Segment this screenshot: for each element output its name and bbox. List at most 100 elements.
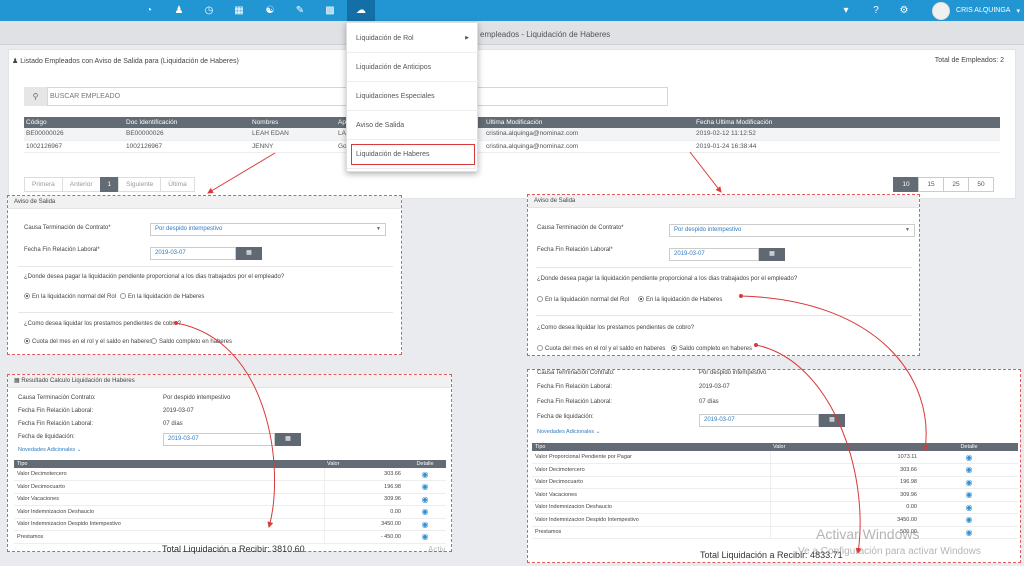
radio-q1-haberes[interactable]: En la liquidación de Haberes: [638, 296, 722, 303]
eye-icon[interactable]: ◉: [920, 488, 1018, 502]
valor-cell: - 450.00: [323, 530, 404, 544]
calendar-icon[interactable]: ▦: [236, 247, 262, 260]
table-row: Valor Vacaciones 309.96 ◉: [14, 493, 446, 506]
clock-icon[interactable]: ◷: [201, 3, 217, 18]
eye-icon[interactable]: ◉: [404, 480, 446, 494]
radio-q1-rol[interactable]: En la liquidación normal del Rol: [537, 296, 629, 303]
total-employees: Total de Empleados: 2: [934, 57, 1004, 64]
dashboard-icon[interactable]: ◔: [141, 3, 157, 18]
calendar-icon[interactable]: ▦: [275, 433, 301, 446]
tipo-cell: Valor Decimotercero: [532, 463, 770, 477]
valor-cell: 1073.11: [769, 451, 920, 464]
radio-dot: [671, 345, 677, 351]
tipo-cell: Valor Vacaciones: [532, 488, 770, 502]
table-cell: 2019-02-12 11:12:52: [694, 128, 1000, 141]
novedades-link[interactable]: Novedades Adicionales ⌄: [537, 429, 600, 435]
pager-button[interactable]: Anterior: [61, 177, 101, 192]
novedades-link[interactable]: Novedades Adicionales ⌄: [18, 447, 81, 453]
column-header[interactable]: Código: [24, 117, 124, 128]
tipo-cell: Prestamos: [532, 526, 770, 539]
dropdown-item[interactable]: Aviso de Salida: [347, 111, 479, 140]
column-header: Valor: [324, 460, 404, 468]
aviso-title: Aviso de Salida: [8, 196, 401, 209]
eye-icon[interactable]: ◉: [920, 513, 1018, 527]
page-size-button[interactable]: 25: [943, 177, 969, 192]
column-header: Tipo: [14, 460, 324, 468]
search-icon[interactable]: ⚲: [24, 87, 48, 106]
table-row: Prestamos - 450.00 ◉: [14, 530, 446, 544]
fecha-input[interactable]: 2019-03-07: [150, 247, 236, 260]
fecha-value: 2019-03-07: [163, 408, 194, 414]
handshake-icon[interactable]: ☯: [262, 3, 278, 18]
liq-label: Fecha de liquidación:: [537, 414, 594, 420]
liq-date-input[interactable]: 2019-03-07: [163, 433, 275, 446]
valor-cell: 3450.00: [769, 513, 920, 527]
cloud-upload-icon[interactable]: ☁: [347, 0, 375, 21]
bell-dropdown-icon[interactable]: ▾: [838, 3, 854, 18]
pager-button[interactable]: Última: [160, 177, 195, 192]
eye-icon[interactable]: ◉: [404, 530, 446, 544]
fecha-value: 2019-03-07: [699, 384, 730, 390]
radio-q2-saldo[interactable]: Saldo completo en haberes: [151, 338, 232, 345]
tipo-cell: Prestamos: [14, 530, 324, 544]
radio-dot: [24, 293, 30, 299]
dropdown-item[interactable]: Liquidación de Haberes: [347, 140, 479, 169]
eye-icon[interactable]: ◉: [920, 501, 1018, 514]
causa-select[interactable]: Por despido intempestivo ▼: [669, 224, 915, 237]
eye-icon[interactable]: ◉: [404, 493, 446, 506]
eye-icon[interactable]: ◉: [404, 505, 446, 519]
user-menu[interactable]: CRIS ALQUINGA ▾: [932, 0, 1020, 21]
users-icon[interactable]: ♟: [171, 3, 187, 18]
fecha-input[interactable]: 2019-03-07: [669, 248, 759, 261]
radio-q2-cuota[interactable]: Cuota del mes en el rol y el saldo en ha…: [24, 338, 152, 345]
employee-table: CódigoDoc IdentificaciónNombresApeAviso …: [24, 117, 1000, 153]
column-header[interactable]: Doc Identificación: [124, 117, 250, 128]
eye-icon[interactable]: ◉: [920, 526, 1018, 539]
radio-q1-rol[interactable]: En la liquidación normal del Rol: [24, 293, 116, 300]
calendar-icon[interactable]: ▦: [819, 414, 845, 427]
dropdown-item[interactable]: Liquidaciones Especiales: [347, 82, 479, 111]
calendar-icon[interactable]: ▦: [759, 248, 785, 261]
table-row: Valor Decimocuarto 196.98 ◉: [14, 480, 446, 494]
eye-icon[interactable]: ◉: [404, 518, 446, 531]
edit-icon[interactable]: ✎: [292, 3, 308, 18]
liq-date-input[interactable]: 2019-03-07: [699, 414, 819, 427]
page-size-button[interactable]: 10: [893, 177, 919, 192]
radio-q2-cuota[interactable]: Cuota del mes en el rol y el saldo en ha…: [537, 345, 665, 352]
table-row[interactable]: 10021269671002126967JENNYGon2019-03-07cr…: [24, 140, 1000, 153]
radio-dot: [638, 296, 644, 302]
gear-icon[interactable]: ⚙: [896, 3, 912, 18]
causa-select[interactable]: Por despido intempestivo ▼: [150, 223, 386, 236]
help-icon[interactable]: ?: [868, 3, 884, 18]
dropdown-item[interactable]: Liquidación de Anticipos: [347, 53, 479, 82]
column-header[interactable]: Fecha Ultima Modificación: [694, 117, 1000, 128]
table-row: Prestamos - 500.00 ◉: [532, 526, 1018, 539]
dias-label: Fecha Fin Relación Laboral:: [537, 399, 613, 405]
left-result-panel: ▦ Resultado Calculo Liquidación de Haber…: [7, 374, 452, 554]
eye-icon[interactable]: ◉: [404, 468, 446, 481]
column-header[interactable]: Ultima Modificación: [484, 117, 694, 128]
eye-icon[interactable]: ◉: [920, 463, 1018, 477]
tipo-cell: Valor Indemnizacion Deshaucio: [14, 505, 324, 519]
pager-button[interactable]: Primera: [24, 177, 63, 192]
valor-cell: 196.98: [769, 476, 920, 489]
fecha-label: Fecha Fin Relación Laboral*: [537, 247, 613, 253]
eye-icon[interactable]: ◉: [920, 476, 1018, 489]
page-size-button[interactable]: 15: [918, 177, 944, 192]
bar-chart-icon[interactable]: ▩: [322, 3, 338, 18]
radio-q1-haberes[interactable]: En la liquidación de Haberes: [120, 293, 204, 300]
page-title: empleados - Liquidación de Haberes: [480, 30, 611, 39]
question-2: ¿Como desea liquidar los prestamos pendi…: [24, 321, 182, 327]
dropdown-item[interactable]: Liquidación de Rol ▶: [347, 24, 479, 53]
column-header[interactable]: Nombres: [250, 117, 336, 128]
pager-button[interactable]: Siguiente: [118, 177, 162, 192]
dias-value: 07 días: [163, 421, 183, 427]
table-row[interactable]: BE00000026BE00000026LEAH EDANLAN2019-03-…: [24, 128, 1000, 141]
briefcase-icon[interactable]: ▦: [231, 3, 247, 18]
radio-q2-saldo[interactable]: Saldo completo en haberes: [671, 345, 752, 352]
right-result-panel: Causa Terminación Contrato: Por despido …: [527, 369, 1021, 563]
page-size-button[interactable]: 50: [968, 177, 994, 192]
watermark-fragment: Activ: [428, 545, 446, 554]
eye-icon[interactable]: ◉: [920, 451, 1018, 464]
pager-button[interactable]: 1: [99, 177, 120, 192]
